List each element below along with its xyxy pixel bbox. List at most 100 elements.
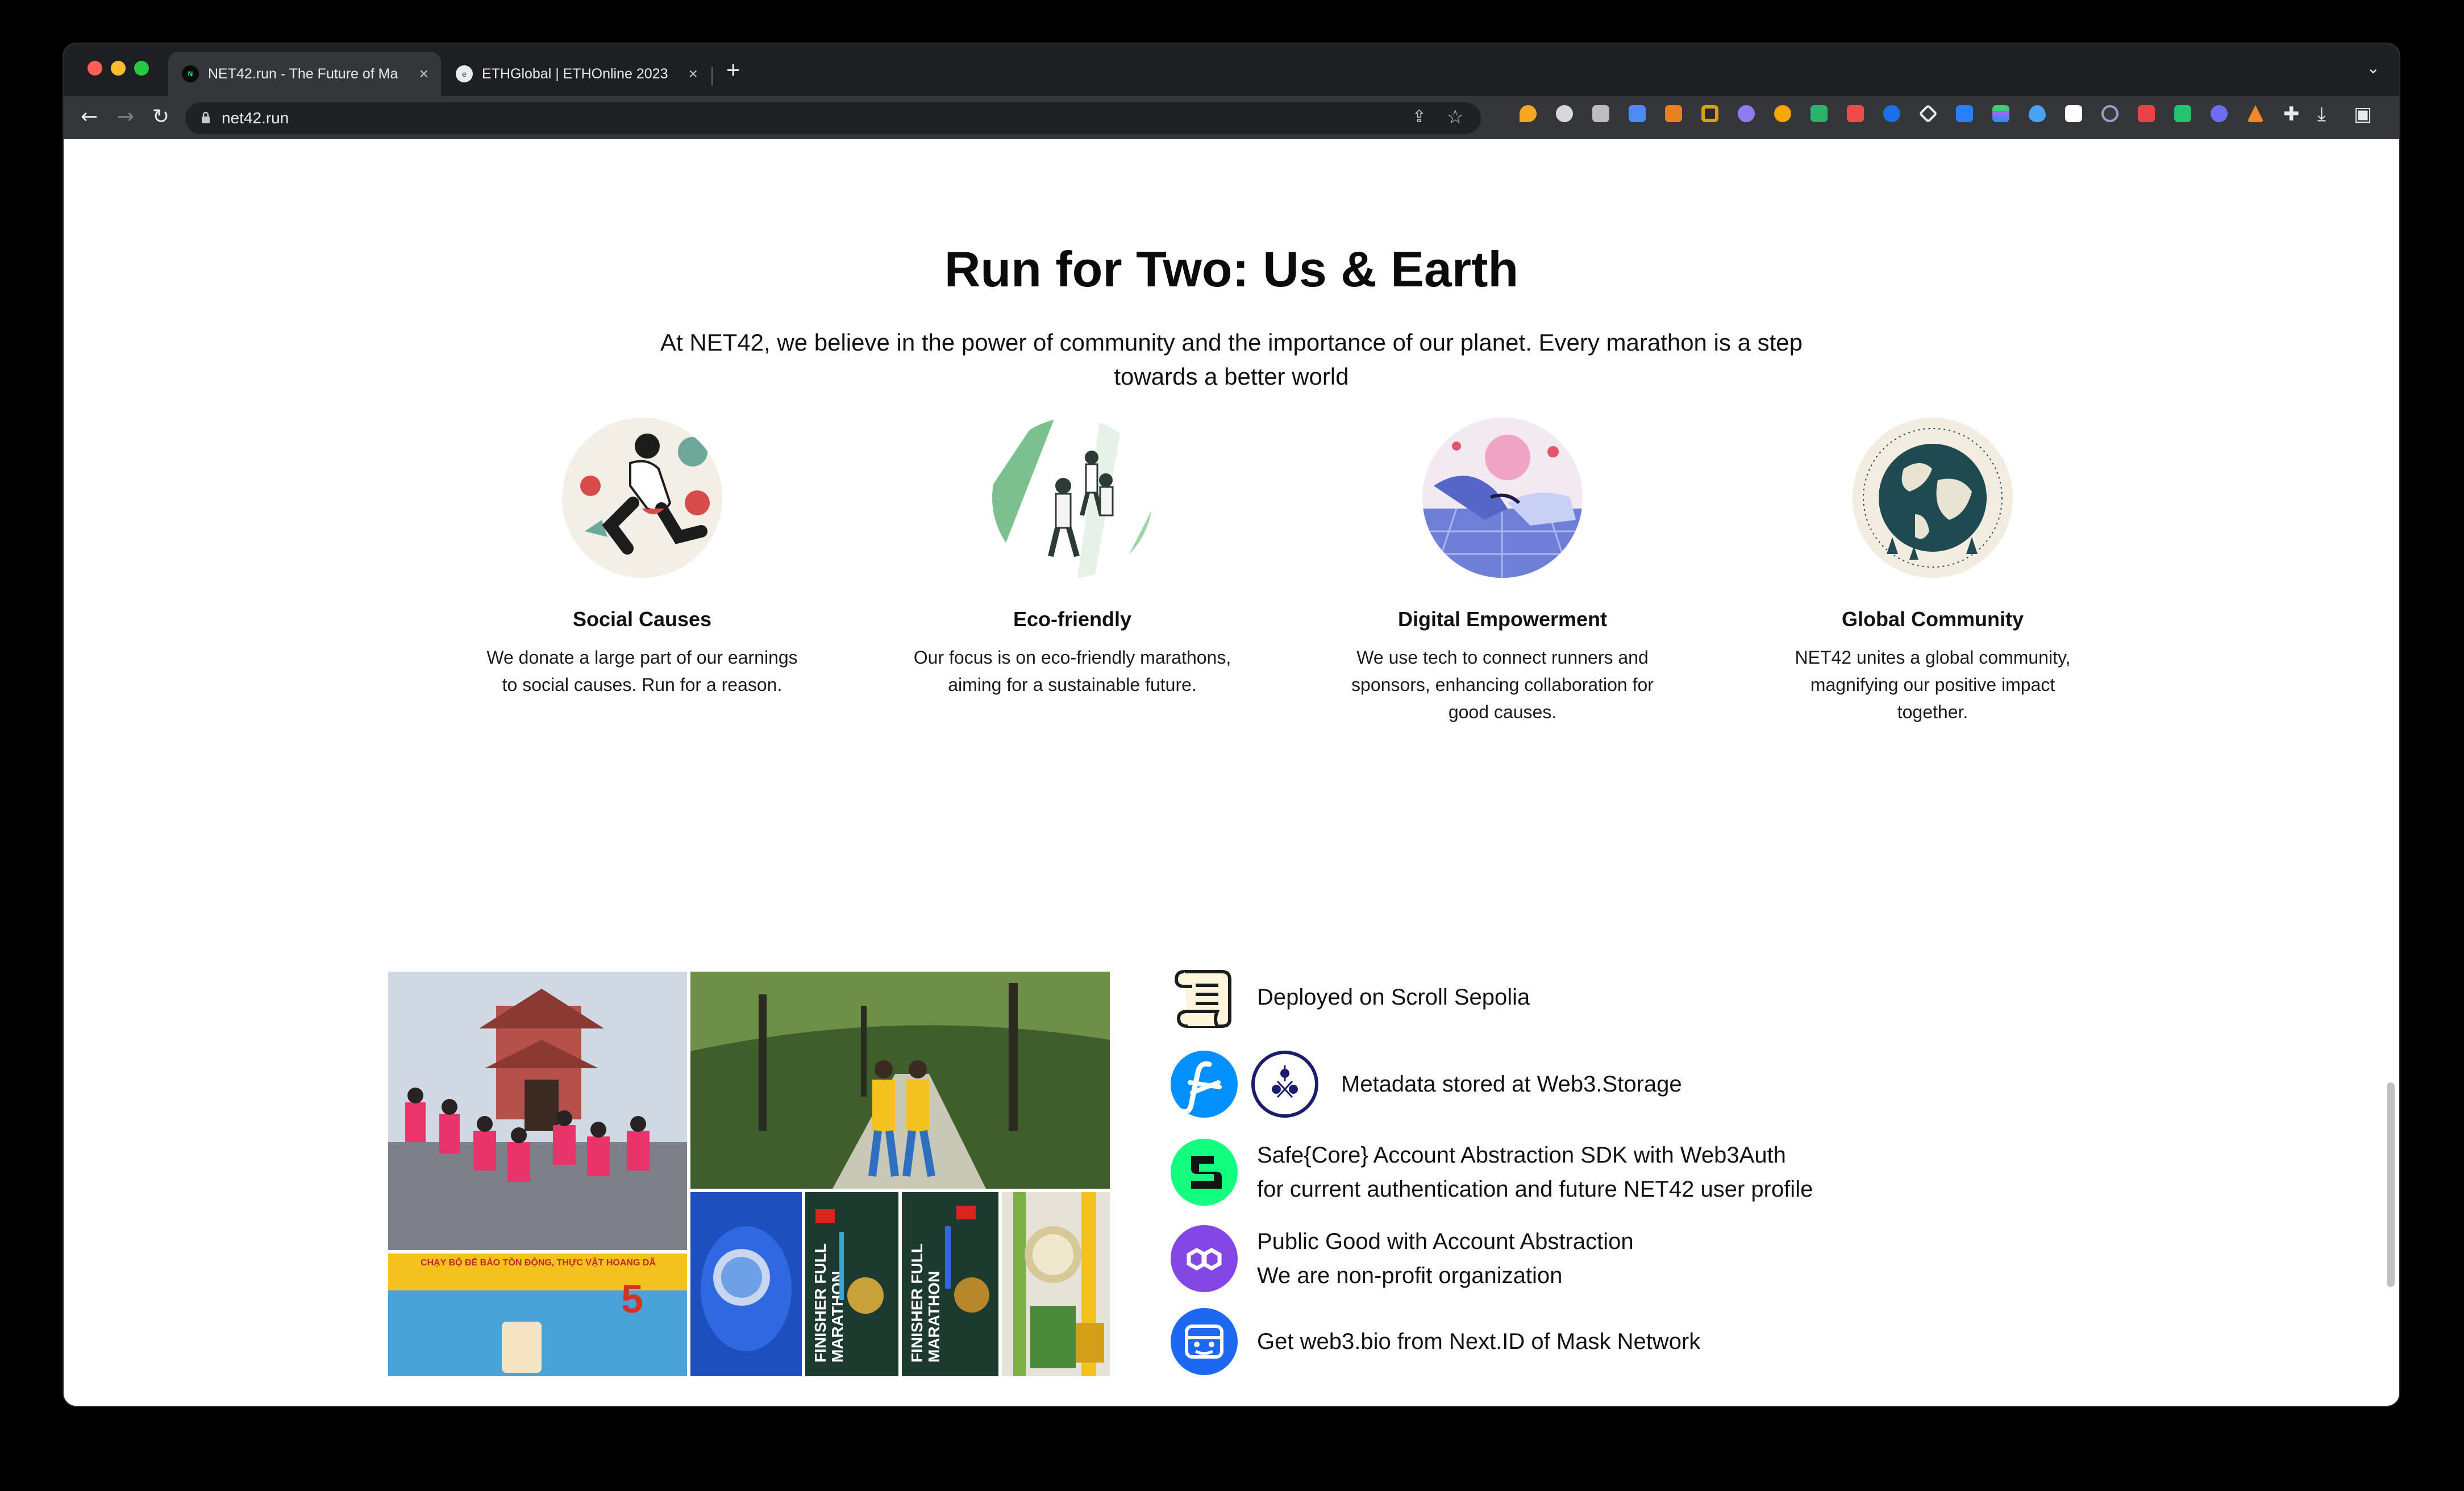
tab-net42[interactable]: N NET42.run - The Future of Ma ×	[168, 52, 441, 96]
feature-description: We donate a large part of our earnings t…	[486, 647, 798, 695]
address-bar[interactable]: net42.run ⇪ ☆	[185, 102, 1481, 134]
feature-description: NET42 unites a global community, magnify…	[1795, 647, 2071, 722]
marathon-banner-photo: CHẠY BỘ ĐỂ BẢO TỒN ĐỘNG, THỰC VẬT HOANG …	[388, 1253, 687, 1376]
close-tab-icon[interactable]: ×	[689, 65, 698, 83]
page-content: Run for Two: Us & Earth At NET42, we bel…	[64, 139, 2399, 1406]
bib-text: FINISHER FULL MARATHON	[908, 1243, 943, 1363]
extension-icon[interactable]	[1738, 105, 1755, 122]
vietnam-flag-icon	[815, 1209, 835, 1223]
tech-item-text: Metadata stored at Web3.Storage	[1341, 1072, 1682, 1097]
tech-item-text: We are non-profit organization	[1257, 1263, 1563, 1288]
extension-icon[interactable]	[1883, 105, 1900, 122]
finisher-bib-photo-1: FINISHER FULL MARATHON	[805, 1192, 898, 1376]
net42-favicon-icon: N	[182, 65, 199, 82]
extension-icon[interactable]	[1556, 105, 1573, 122]
extension-icon[interactable]	[1629, 105, 1646, 122]
vietnam-flag-icon	[956, 1206, 976, 1219]
side-panel-icon[interactable]: ▣	[2354, 99, 2372, 129]
extension-icon[interactable]	[1520, 105, 1537, 122]
browser-toolbar: ← → ↻ net42.run ⇪ ☆	[64, 96, 2399, 140]
extension-icon[interactable]	[2174, 105, 2191, 122]
runner-social-illustration	[562, 418, 722, 578]
extensions-puzzle-icon[interactable]: ✚	[2283, 99, 2300, 129]
mask-network-icon	[1171, 1308, 1238, 1375]
tab-title: ETHGlobal | ETHOnline 2023	[482, 65, 668, 82]
extension-icon[interactable]	[2101, 105, 2118, 122]
tech-item-mask-network: Get web3.bio from Next.ID of Mask Networ…	[1171, 1306, 1700, 1377]
web3storage-icon	[1251, 1051, 1318, 1118]
feature-card-social-causes: Social Causes We donate a large part of …	[466, 418, 818, 698]
globe-illustration	[1853, 418, 2013, 578]
extension-icon[interactable]	[2211, 105, 2228, 122]
metamask-extension-icon[interactable]	[1665, 105, 1682, 122]
feature-title: Digital Empowerment	[1397, 607, 1608, 631]
tech-item-text: Get web3.bio from Next.ID of Mask Networ…	[1257, 1329, 1701, 1354]
extension-icon[interactable]	[1701, 105, 1718, 122]
tech-item-text: Safe{Core} Account Abstraction SDK with …	[1257, 1143, 1786, 1168]
close-tab-icon[interactable]: ×	[419, 65, 428, 83]
feature-card-global-community: Global Community NET42 unites a global c…	[1757, 418, 2109, 726]
tech-item-web3storage: Metadata stored at Web3.Storage	[1171, 1049, 1682, 1119]
forward-button[interactable]: →	[117, 104, 134, 130]
tab-bar: N NET42.run - The Future of Ma × e ETHGl…	[64, 44, 2399, 96]
feature-description: Our focus is on eco-friendly marathons, …	[913, 647, 1231, 695]
reload-button[interactable]: ↻	[152, 104, 169, 130]
page-title: Run for Two: Us & Earth	[944, 241, 1519, 297]
extension-icon[interactable]	[2065, 105, 2082, 122]
extension-icon[interactable]	[1847, 105, 1864, 122]
digital-handshake-illustration	[1422, 418, 1583, 578]
extension-icon[interactable]	[1810, 105, 1828, 122]
download-icon[interactable]: ⤓	[2317, 99, 2326, 129]
back-button[interactable]: ←	[81, 104, 98, 130]
scroll-icon	[1174, 970, 1231, 1028]
feature-description: We use tech to connect runners and spons…	[1351, 647, 1654, 722]
new-tab-button[interactable]: +	[726, 56, 740, 84]
extension-icon[interactable]	[2138, 105, 2155, 122]
medal-ribbon	[945, 1226, 951, 1289]
page-scrollbar[interactable]	[2387, 1082, 2395, 1287]
camera-extension-icon[interactable]	[1592, 105, 1609, 122]
medals-photo	[1002, 1192, 1110, 1376]
tech-item-text: Public Good with Account Abstraction	[1257, 1229, 1634, 1254]
safe-icon	[1171, 1139, 1238, 1206]
feature-title: Social Causes	[572, 607, 712, 631]
tech-item-scroll: Deployed on Scroll Sepolia	[1171, 963, 1530, 1031]
forest-run-photo	[690, 972, 1110, 1189]
tab-separator	[711, 66, 713, 86]
tab-title: NET42.run - The Future of Ma	[208, 65, 398, 82]
feature-title: Global Community	[1841, 607, 2024, 631]
bookmark-star-icon[interactable]: ☆	[1447, 106, 1464, 128]
medal-ribbon	[839, 1232, 844, 1300]
minimize-window-button[interactable]	[111, 61, 126, 76]
tech-item-text: for current authentication and future NE…	[1257, 1177, 1813, 1202]
extension-icon[interactable]	[2029, 105, 2046, 122]
tab-ethglobal[interactable]: e ETHGlobal | ETHOnline 2023 ×	[442, 52, 710, 96]
tech-item-text-block: Public Good with Account Abstraction We …	[1257, 1225, 1634, 1293]
tech-item-text-block: Safe{Core} Account Abstraction SDK with …	[1257, 1138, 1813, 1206]
feature-card-digital-empowerment: Digital Empowerment We use tech to conne…	[1326, 418, 1679, 726]
close-window-button[interactable]	[88, 61, 102, 76]
lock-icon	[202, 111, 210, 123]
banner-number: 5	[621, 1277, 643, 1321]
finisher-bib-photo-2: FINISHER FULL MARATHON	[902, 1192, 998, 1376]
zoom-window-button[interactable]	[134, 61, 149, 76]
polygon-icon	[1171, 1225, 1238, 1292]
kids-figure	[502, 1322, 542, 1373]
feature-title: Eco-friendly	[1013, 607, 1132, 631]
medal	[954, 1277, 989, 1313]
filecoin-icon	[1171, 1051, 1238, 1118]
tab-search-chevron-icon[interactable]: ⌄	[2367, 59, 2380, 77]
extension-icon[interactable]	[1992, 105, 2009, 122]
medal	[847, 1277, 884, 1314]
banner-text: CHẠY BỘ ĐỂ BẢO TỒN ĐỘNG, THỰC VẬT HOANG …	[421, 1258, 656, 1268]
runners-forest-illustration	[992, 418, 1152, 578]
group-runners-photo	[388, 972, 687, 1250]
feature-card-eco-friendly: Eco-friendly Our focus is on eco-friendl…	[896, 418, 1248, 698]
share-icon[interactable]: ⇪	[1412, 107, 1426, 127]
ethglobal-favicon-icon: e	[456, 65, 473, 82]
tech-item-safe: Safe{Core} Account Abstraction SDK with …	[1171, 1137, 1813, 1207]
extension-icon[interactable]	[1956, 105, 1973, 122]
marathon-photo-collage: CHẠY BỘ ĐỂ BẢO TỒN ĐỘNG, THỰC VẬT HOANG …	[388, 972, 1110, 1376]
extension-icon[interactable]	[1774, 105, 1791, 122]
tech-item-text: Deployed on Scroll Sepolia	[1257, 985, 1530, 1010]
